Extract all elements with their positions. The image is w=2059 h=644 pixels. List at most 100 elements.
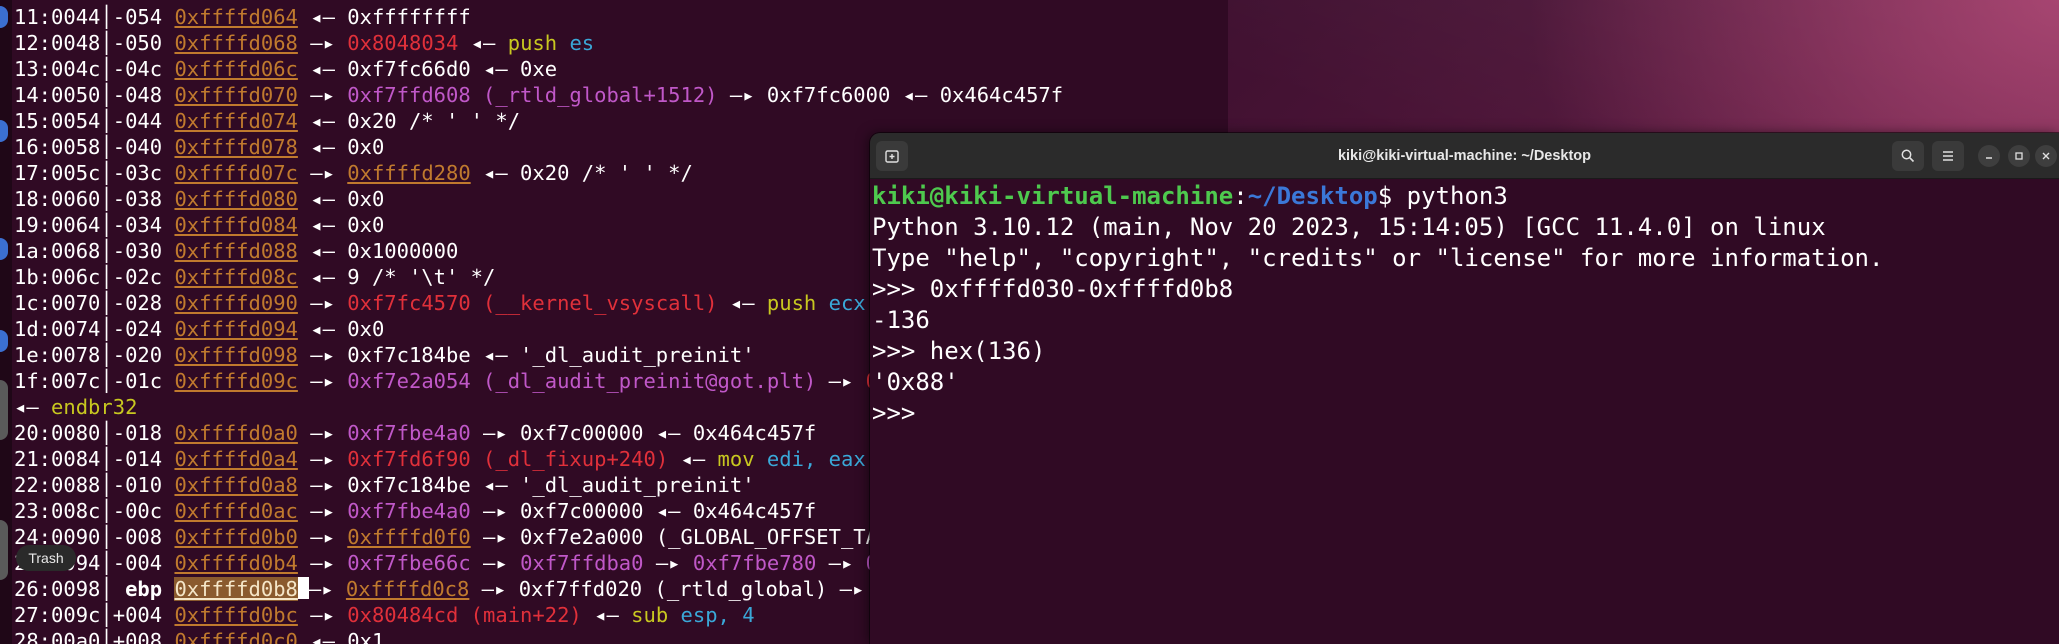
stack-value: —▸ 0xf7c184be ◂— '_dl_audit_preinit' (297, 343, 755, 367)
stack-row: 13:004c│-04c 0xffffd06c ◂— 0xf7fc66d0 ◂—… (14, 56, 1063, 82)
stack-offset: 1d:0074 (14, 317, 101, 341)
stack-address[interactable]: 0xffffd0b8 (174, 577, 298, 601)
stack-value: ◂— 9 /* '\t' */ (297, 265, 496, 289)
stack-value: mov (717, 447, 755, 471)
menu-button[interactable] (1932, 141, 1964, 171)
column-separator: │ (100, 135, 113, 159)
dock-indicator[interactable] (0, 380, 8, 440)
stack-value: —▸ 0xf7ffd020 (_rtld_global) —▸ 0x (469, 577, 902, 601)
stack-offset: 27:009c (14, 603, 101, 627)
column-separator: │ (100, 603, 113, 627)
stack-value: —▸ (816, 551, 866, 575)
stack-address[interactable]: 0xffffd088 (174, 239, 297, 263)
stack-address[interactable]: 0xffffd0bc (174, 603, 297, 627)
stack-value: ◂— 0x20 /* ' ' */ (470, 161, 693, 185)
close-button[interactable] (2035, 145, 2057, 167)
stack-address[interactable]: 0xffffd0c0 (174, 629, 297, 644)
stack-value: sub (631, 603, 669, 627)
dock-indicator[interactable] (0, 520, 8, 580)
stack-relative: -020 (112, 343, 163, 367)
output-line: Python 3.10.12 (main, Nov 20 2023, 15:14… (872, 212, 2059, 243)
stack-address[interactable]: 0xffffd078 (174, 135, 297, 159)
stack-address[interactable]: 0xffffd064 (174, 5, 297, 29)
stack-row: 12:0048│-050 0xffffd068 —▸ 0x8048034 ◂— … (14, 30, 1063, 56)
stack-address[interactable]: 0xffffd074 (174, 109, 297, 133)
stack-address[interactable]: 0xffffd094 (174, 317, 297, 341)
stack-value: —▸ (297, 161, 348, 185)
stack-address[interactable]: 0xffffd098 (174, 343, 297, 367)
stack-relative: -024 (112, 317, 163, 341)
stack-address[interactable]: 0xffffd08c (174, 265, 297, 289)
stack-row: 14:0050│-048 0xffffd070 —▸ 0xf7ffd608 (_… (14, 82, 1063, 108)
stack-address[interactable]: 0xffffd06c (174, 57, 297, 81)
stack-address[interactable]: 0xffffd07c (174, 161, 297, 185)
search-button[interactable] (1892, 141, 1924, 171)
stack-address[interactable]: 0xffffd0a0 (174, 421, 297, 445)
terminal-output[interactable]: kiki@kiki-virtual-machine:~/Desktop$ pyt… (872, 181, 2059, 644)
new-tab-button[interactable] (876, 141, 908, 171)
maximize-icon (2015, 152, 2023, 160)
stack-address[interactable]: 0xffffd068 (174, 31, 297, 55)
dock-indicator[interactable] (0, 120, 8, 142)
stack-offset: 18:0060 (14, 187, 101, 211)
dock-indicator[interactable] (0, 238, 8, 260)
stack-relative: -004 (112, 551, 163, 575)
stack-offset: 13:004c (14, 57, 101, 81)
dock-indicator[interactable] (0, 6, 8, 28)
stack-value: ◂— 0x20 /* ' ' */ (297, 109, 521, 133)
stack-value: —▸ (643, 551, 693, 575)
stack-relative: -048 (112, 83, 163, 107)
stack-address[interactable]: 0xffffd0a8 (174, 473, 297, 497)
stack-relative: -014 (112, 447, 163, 471)
stack-address[interactable]: 0xffffd0a4 (174, 447, 297, 471)
output-text: >>> (872, 399, 930, 427)
dock-indicator[interactable] (0, 330, 8, 352)
stack-value: —▸ (297, 499, 348, 523)
stack-address[interactable]: 0xffffd09c (174, 369, 297, 393)
stack-value: edi, eax (754, 447, 866, 471)
stack-value: —▸ (297, 551, 348, 575)
stack-address[interactable]: 0xffffd0b4 (174, 551, 297, 575)
column-separator: │ (100, 447, 113, 471)
stack-address[interactable]: 0xffffd070 (174, 83, 297, 107)
stack-value: ◂— (458, 31, 508, 55)
column-separator: │ (100, 239, 113, 263)
stack-offset: 11:0044 (14, 5, 101, 29)
stack-value: ◂— 0x1000000 (297, 239, 459, 263)
stack-value: 0xffffd0f0 (347, 525, 471, 549)
stack-address[interactable]: 0xffffd084 (174, 213, 297, 237)
prompt-colon: : (1233, 182, 1248, 210)
stack-address[interactable]: 0xffffd080 (174, 187, 297, 211)
stack-address[interactable]: 0xffffd0ac (174, 499, 297, 523)
output-line: '0x88' (872, 367, 2059, 398)
dock[interactable] (0, 0, 12, 644)
stack-relative: -028 (112, 291, 163, 315)
prompt-command: python3 (1406, 182, 1508, 210)
stack-offset: 23:008c (14, 499, 101, 523)
stack-relative: -01c (112, 369, 163, 393)
column-separator: │ (100, 343, 113, 367)
stack-offset: 1f:007c (14, 369, 101, 393)
minimize-button[interactable] (1978, 145, 2000, 167)
stack-value: —▸ 0xf7e2a000 (_GLOBAL_OFFSET_TAB (470, 525, 891, 549)
output-line: -136 (872, 305, 2059, 336)
stack-relative: -010 (112, 473, 163, 497)
stack-address[interactable]: 0xffffd0b0 (174, 525, 297, 549)
stack-address[interactable]: 0xffffd090 (174, 291, 297, 315)
maximize-button[interactable] (2008, 145, 2030, 167)
stack-value: 0x80484cd (main+22) (347, 603, 582, 627)
stack-value: 0xf7fbe66c (347, 551, 471, 575)
stack-value: —▸ (297, 369, 348, 393)
stack-row: 11:0044│-054 0xffffd064 ◂— 0xffffffff (14, 4, 1063, 30)
title-bar[interactable]: kiki@kiki-virtual-machine: ~/Desktop (870, 133, 2059, 179)
stack-relative: -03c (112, 161, 163, 185)
stack-offset: 1c:0070 (14, 291, 101, 315)
stack-value: endbr32 (51, 395, 138, 419)
stack-value: ◂— (14, 395, 52, 419)
terminal-window[interactable]: kiki@kiki-virtual-machine: ~/Desktop kik… (870, 133, 2059, 644)
